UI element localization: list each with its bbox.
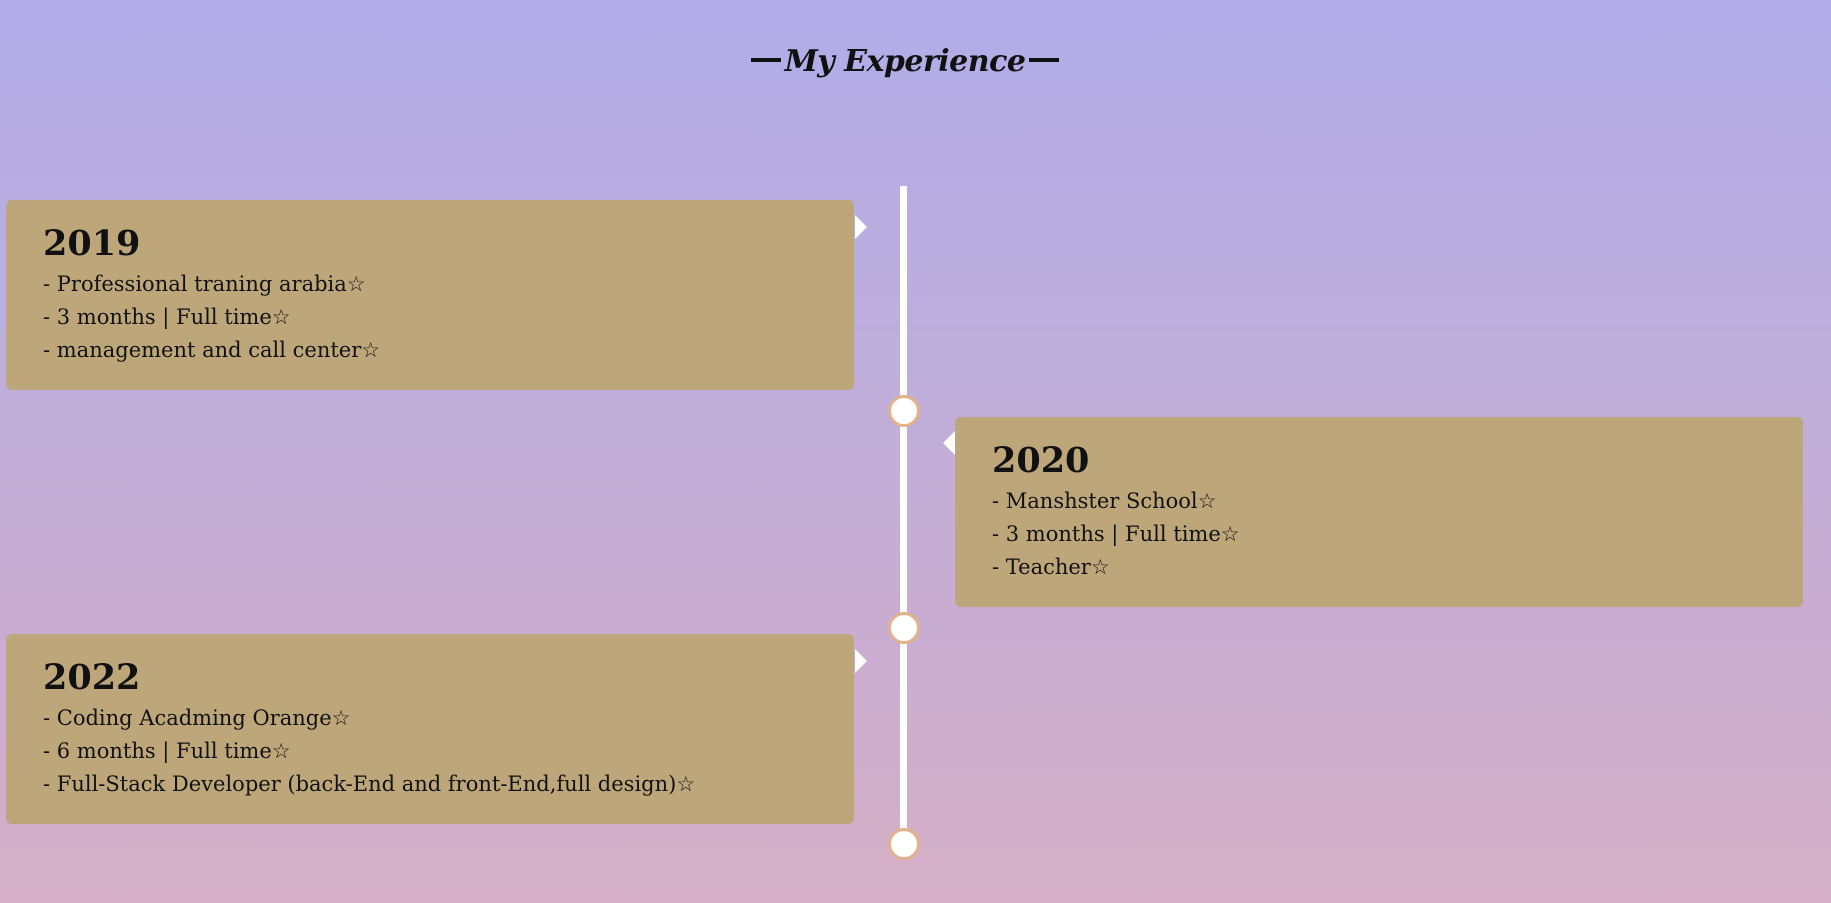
timeline-detail: - Full-Stack Developer (back-End and fro… bbox=[43, 772, 696, 796]
timeline-card-2022: 2022 - Coding Acadming Orange☆ - 6 month… bbox=[6, 634, 854, 824]
section-title-text: My Experience bbox=[784, 44, 1026, 79]
timeline-detail: - Professional traning arabia☆ bbox=[43, 272, 366, 296]
timeline-detail: - Teacher☆ bbox=[992, 555, 1110, 579]
timeline-detail: - 3 months | Full time☆ bbox=[992, 522, 1240, 546]
timeline-dot bbox=[888, 612, 920, 644]
timeline-detail: - Manshster School☆ bbox=[992, 489, 1217, 513]
title-dash-right bbox=[1029, 58, 1060, 62]
title-dash-left bbox=[750, 58, 781, 62]
timeline-line bbox=[900, 186, 907, 846]
timeline-detail: - 6 months | Full time☆ bbox=[43, 739, 291, 763]
timeline-year: 2022 bbox=[43, 657, 141, 698]
card-pointer-right bbox=[855, 215, 867, 239]
card-pointer-right bbox=[855, 649, 867, 673]
timeline-detail: - 3 months | Full time☆ bbox=[43, 305, 291, 329]
timeline-card-2019: 2019 - Professional traning arabia☆ - 3 … bbox=[6, 200, 854, 390]
card-pointer-left bbox=[943, 431, 955, 455]
timeline-year: 2019 bbox=[43, 223, 141, 264]
timeline-dot bbox=[888, 828, 920, 860]
timeline-year: 2020 bbox=[992, 440, 1090, 481]
timeline-detail: - management and call center☆ bbox=[43, 338, 381, 362]
section-title: My Experience bbox=[0, 44, 1810, 79]
timeline-dot bbox=[888, 395, 920, 427]
timeline-card-2020: 2020 - Manshster School☆ - 3 months | Fu… bbox=[955, 417, 1803, 607]
timeline-detail: - Coding Acadming Orange☆ bbox=[43, 706, 351, 730]
